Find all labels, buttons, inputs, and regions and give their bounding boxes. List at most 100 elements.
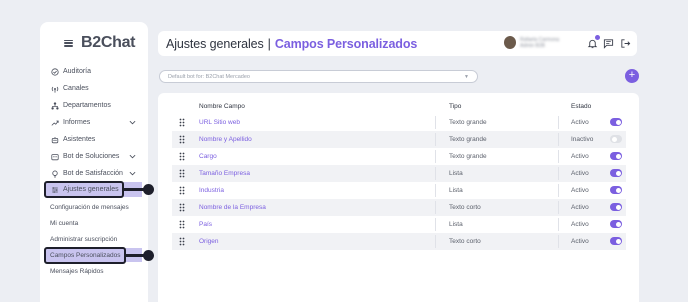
status-toggle[interactable] — [610, 152, 622, 160]
logo: B2Chat — [64, 34, 136, 52]
sidebar-item-label: Asistentes — [63, 136, 96, 143]
add-field-button[interactable]: + — [625, 69, 639, 83]
chevron-down-icon[interactable] — [129, 119, 136, 126]
table-row[interactable]: URL Sitio web Texto grande Activo — [172, 114, 626, 131]
column-header-nombre: Nombre Campo — [199, 103, 245, 110]
field-state: Activo — [571, 119, 589, 126]
field-name[interactable]: Origen — [199, 238, 219, 245]
sidebar-item-label: Bot de Soluciones — [63, 153, 120, 160]
table-row[interactable]: Cargo Texto grande Activo — [172, 148, 626, 165]
column-divider — [558, 201, 559, 214]
field-name[interactable]: Nombre y Apellido — [199, 136, 252, 143]
column-divider — [435, 133, 436, 146]
callout-dot — [143, 250, 154, 261]
bulb-icon — [50, 169, 59, 178]
drag-handle-icon[interactable] — [179, 186, 185, 195]
column-header-tipo: Tipo — [449, 103, 462, 110]
field-name[interactable]: URL Sitio web — [199, 119, 240, 126]
table-row[interactable]: Origen Texto corto Activo — [172, 233, 626, 250]
highlight-box-ajustes-generales — [44, 181, 124, 198]
title-main: Ajustes generales — [166, 36, 264, 51]
column-divider — [435, 218, 436, 231]
sidebar-item-label: Informes — [63, 119, 91, 126]
sidebar-item-departamentos[interactable]: Departamentos — [40, 97, 148, 114]
column-divider — [558, 218, 559, 231]
field-state: Activo — [571, 170, 589, 177]
bot-select-value: Default bot for: B2Chat Mercadeo — [168, 73, 250, 80]
chevron-down-icon[interactable] — [129, 153, 136, 160]
drag-handle-icon[interactable] — [179, 237, 185, 246]
callout-dot — [143, 184, 154, 195]
table-row[interactable]: Nombre y Apellido Texto grande Inactivo — [172, 131, 626, 148]
sidebar-item-label: Bot de Satisfacción — [63, 170, 123, 177]
table-row[interactable]: Nombre de la Empresa Texto corto Activo — [172, 199, 626, 216]
sidebar-item-bot-satisfaccion[interactable]: Bot de Satisfacción — [40, 165, 148, 182]
field-type: Texto corto — [449, 238, 481, 245]
column-divider — [435, 201, 436, 214]
column-divider — [435, 167, 436, 180]
user-role: Admin B2B — [520, 42, 546, 49]
drag-handle-icon[interactable] — [179, 152, 185, 161]
column-divider — [558, 150, 559, 163]
column-divider — [435, 150, 436, 163]
subitem-configuracion-mensajes[interactable]: Configuración de mensajes — [40, 199, 148, 215]
user-info[interactable]: Rafaela Carmona Admin B2B — [504, 36, 559, 49]
field-state: Activo — [571, 238, 589, 245]
sidebar-item-bot-soluciones[interactable]: Bot de Soluciones — [40, 148, 148, 165]
field-type: Texto grande — [449, 136, 487, 143]
notification-badge — [595, 35, 600, 40]
table-row[interactable]: Tamaño Empresa Lista Activo — [172, 165, 626, 182]
status-toggle[interactable] — [610, 186, 622, 194]
field-name[interactable]: Industria — [199, 187, 224, 194]
column-divider — [558, 235, 559, 248]
bot-box-icon — [50, 152, 59, 161]
drag-handle-icon[interactable] — [179, 220, 185, 229]
logout-icon[interactable] — [620, 38, 631, 49]
field-name[interactable]: Nombre de la Empresa — [199, 204, 266, 211]
subitem-administrar-suscripcion[interactable]: Administrar suscripción — [40, 231, 148, 247]
drag-handle-icon[interactable] — [179, 118, 185, 127]
page-header: Ajustes generales | Campos Personalizados … — [158, 31, 637, 56]
subitem-mi-cuenta[interactable]: Mi cuenta — [40, 215, 148, 231]
field-name[interactable]: País — [199, 221, 212, 228]
bot-select[interactable]: Default bot for: B2Chat Mercadeo ▼ — [159, 70, 478, 83]
highlight-box-campos-personalizados — [44, 247, 126, 264]
field-name[interactable]: Tamaño Empresa — [199, 170, 250, 177]
status-toggle[interactable] — [610, 169, 622, 177]
chat-icon[interactable] — [603, 38, 614, 49]
field-type: Texto corto — [449, 204, 481, 211]
drag-handle-icon[interactable] — [179, 135, 185, 144]
field-type: Texto grande — [449, 119, 487, 126]
subitem-mensajes-rapidos[interactable]: Mensajes Rápidos — [40, 263, 148, 279]
check-circle-icon — [50, 67, 59, 76]
table-row[interactable]: País Lista Activo — [172, 216, 626, 233]
column-divider — [435, 184, 436, 197]
drag-handle-icon[interactable] — [179, 203, 185, 212]
sidebar-item-informes[interactable]: Informes — [40, 114, 148, 131]
chevron-down-icon[interactable] — [129, 170, 136, 177]
brand-logo-text: B2Chat — [81, 34, 136, 51]
field-state: Activo — [571, 204, 589, 211]
sidebar-item-canales[interactable]: Canales — [40, 80, 148, 97]
hamburger-menu-icon[interactable] — [64, 39, 73, 47]
status-toggle[interactable] — [610, 220, 622, 228]
table-row[interactable]: Industria Lista Activo — [172, 182, 626, 199]
sidebar-item-auditoria[interactable]: Auditoría — [40, 63, 148, 80]
field-type: Texto grande — [449, 153, 487, 160]
field-state: Activo — [571, 221, 589, 228]
trend-icon — [50, 118, 59, 127]
field-name[interactable]: Cargo — [199, 153, 217, 160]
avatar[interactable] — [504, 36, 516, 49]
status-toggle[interactable] — [610, 203, 622, 211]
dropdown-arrow-icon: ▼ — [464, 74, 469, 80]
column-divider — [558, 184, 559, 197]
sidebar-item-asistentes[interactable]: Asistentes — [40, 131, 148, 148]
field-type: Lista — [449, 187, 463, 194]
status-toggle[interactable] — [610, 237, 622, 245]
field-state: Activo — [571, 153, 589, 160]
drag-handle-icon[interactable] — [179, 169, 185, 178]
fields-table: Nombre Campo Tipo Estado URL Sitio web Te… — [158, 93, 639, 302]
status-toggle[interactable] — [610, 118, 622, 126]
column-divider — [558, 133, 559, 146]
status-toggle[interactable] — [610, 135, 622, 143]
